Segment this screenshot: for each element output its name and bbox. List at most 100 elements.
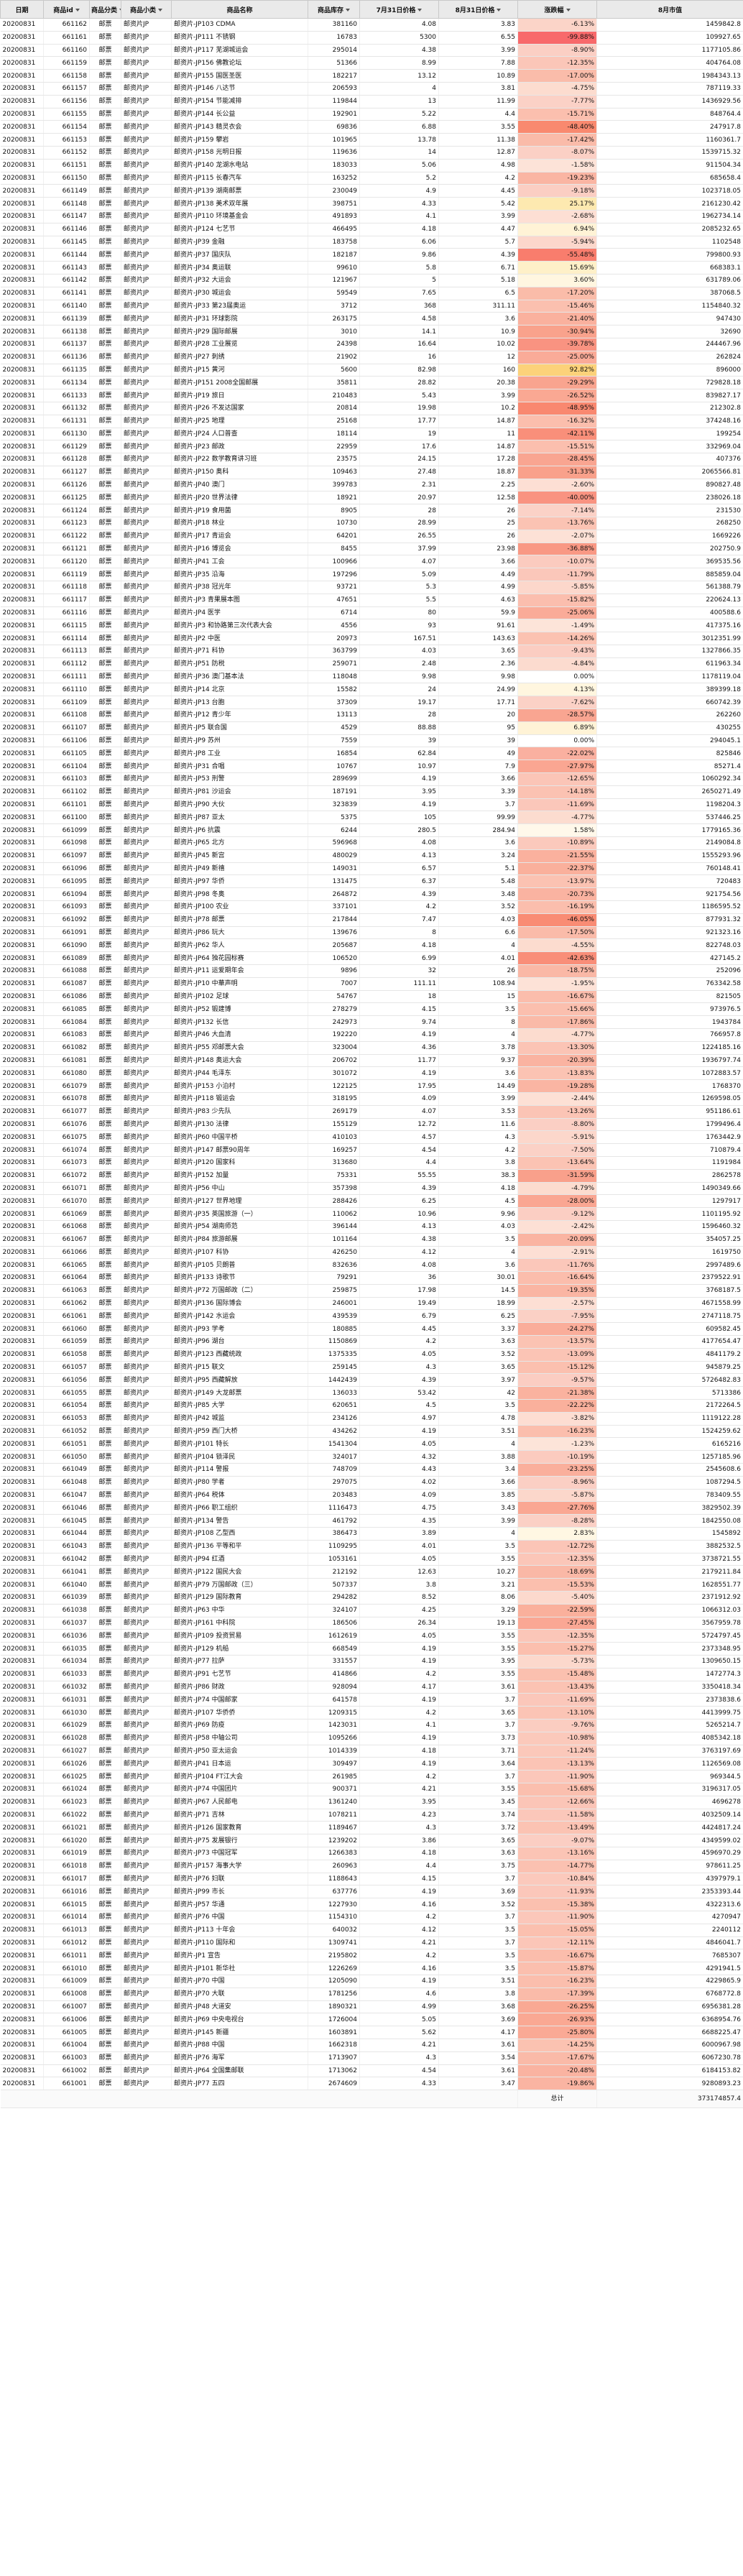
cell-july-price[interactable]: 4	[359, 82, 439, 96]
cell-august-price[interactable]: 3.29	[438, 1604, 518, 1617]
cell-date[interactable]: 20200831	[0, 1617, 44, 1630]
table-row[interactable]: 20200831 661131 邮票 邮资片JP 邮资片-JP25 地理 25168 17.…	[0, 415, 743, 428]
cell-august-price[interactable]: 15	[438, 990, 518, 1004]
cell-change[interactable]: -24.27%	[517, 1322, 597, 1337]
cell-july-price[interactable]: 4.25	[359, 1604, 439, 1617]
cell-category[interactable]: 邮票	[89, 836, 121, 850]
cell-stock[interactable]: 139676	[308, 926, 360, 940]
cell-id[interactable]: 661078	[43, 1092, 90, 1106]
cell-date[interactable]: 20200831	[0, 1284, 44, 1298]
cell-july-price[interactable]: 5.22	[359, 108, 439, 121]
cell-id[interactable]: 661007	[43, 2000, 90, 2014]
cell-market-value[interactable]: 3350418.34	[596, 1681, 743, 1694]
cell-subcategory[interactable]: 邮资片JP	[121, 2013, 172, 2027]
cell-august-price[interactable]: 4.3	[438, 1130, 518, 1145]
cell-subcategory[interactable]: 邮资片JP	[121, 69, 172, 83]
cell-change[interactable]: 25.17%	[517, 197, 597, 211]
cell-july-price[interactable]: 4.19	[359, 772, 439, 786]
cell-august-price[interactable]: 12	[438, 351, 518, 364]
cell-stock[interactable]: 259145	[308, 1361, 360, 1375]
table-row[interactable]: 20200831 661032 邮票 邮资片JP 邮资片-JP86 财政 928094 4.…	[0, 1681, 743, 1694]
table-row[interactable]: 20200831 661082 邮票 邮资片JP 邮资片-JP55 邓邮票大会 32300…	[0, 1041, 743, 1055]
cell-subcategory[interactable]: 邮资片JP	[121, 823, 172, 837]
table-row[interactable]: 20200831 661037 邮票 邮资片JP 邮资片-JP161 中科院 186506…	[0, 1617, 743, 1630]
cell-name[interactable]: 邮资片-JP142 水运会	[171, 1309, 308, 1324]
cell-august-price[interactable]: 4.45	[438, 184, 518, 198]
cell-stock[interactable]: 16854	[308, 747, 360, 761]
cell-market-value[interactable]: 660742.39	[596, 696, 743, 710]
cell-stock[interactable]: 297075	[308, 1476, 360, 1490]
cell-august-price[interactable]: 4	[438, 1028, 518, 1042]
cell-market-value[interactable]: 978611.25	[596, 1860, 743, 1873]
cell-market-value[interactable]: 763342.58	[596, 977, 743, 991]
cell-market-value[interactable]: 969344.5	[596, 1770, 743, 1783]
table-row[interactable]: 20200831 661062 邮票 邮资片JP 邮资片-JP136 国际博会 24600…	[0, 1297, 743, 1311]
cell-id[interactable]: 661060	[43, 1322, 90, 1337]
cell-name[interactable]: 邮资片-JP132 长信	[171, 1015, 308, 1029]
cell-stock[interactable]: 24398	[308, 338, 360, 351]
cell-market-value[interactable]: 4270947	[596, 1911, 743, 1924]
cell-date[interactable]: 20200831	[0, 1809, 44, 1822]
cell-subcategory[interactable]: 邮资片JP	[121, 543, 172, 556]
cell-name[interactable]: 邮资片-JP74 中国邮家	[171, 1693, 308, 1707]
cell-date[interactable]: 20200831	[0, 1066, 44, 1081]
cell-category[interactable]: 邮票	[89, 197, 121, 211]
cell-name[interactable]: 邮资片-JP86 财政	[171, 1681, 308, 1694]
cell-july-price[interactable]: 4.39	[359, 1373, 439, 1388]
cell-august-price[interactable]: 3.55	[438, 1668, 518, 1681]
cell-id[interactable]: 661139	[43, 312, 90, 326]
cell-date[interactable]: 20200831	[0, 887, 44, 901]
cell-change[interactable]: -4.77%	[517, 1028, 597, 1042]
cell-july-price[interactable]: 5.5	[359, 594, 439, 607]
table-row[interactable]: 20200831 661026 邮票 邮资片JP 邮资片-JP41 日本运 309497 4…	[0, 1757, 743, 1771]
cell-name[interactable]: 邮资片-JP16 博览会	[171, 543, 308, 556]
cell-category[interactable]: 邮票	[89, 1284, 121, 1298]
cell-stock[interactable]: 59549	[308, 287, 360, 300]
cell-category[interactable]: 邮票	[89, 1130, 121, 1145]
cell-market-value[interactable]: 2161230.42	[596, 197, 743, 211]
cell-stock[interactable]: 491893	[308, 210, 360, 223]
cell-id[interactable]: 661064	[43, 1271, 90, 1285]
cell-id[interactable]: 661051	[43, 1437, 90, 1451]
table-row[interactable]: 20200831 661096 邮票 邮资片JP 邮资片-JP49 新禧 149031 6.…	[0, 862, 743, 876]
cell-name[interactable]: 邮资片-JP54 湖南师范	[171, 1220, 308, 1234]
cell-id[interactable]: 661146	[43, 223, 90, 236]
table-row[interactable]: 20200831 661112 邮票 邮资片JP 邮资片-JP51 防税 259071 2.…	[0, 657, 743, 671]
cell-august-price[interactable]: 3.8	[438, 1988, 518, 2001]
cell-july-price[interactable]: 6.25	[359, 1194, 439, 1209]
cell-july-price[interactable]: 4.19	[359, 1642, 439, 1656]
cell-change[interactable]: -17.67%	[517, 2051, 597, 2065]
cell-change[interactable]: -17.42%	[517, 133, 597, 147]
cell-july-price[interactable]: 4.05	[359, 1348, 439, 1362]
cell-change[interactable]: -39.78%	[517, 338, 597, 351]
cell-july-price[interactable]: 5.43	[359, 389, 439, 402]
cell-change[interactable]: -2.44%	[517, 1092, 597, 1106]
cell-category[interactable]: 邮票	[89, 721, 121, 735]
cell-category[interactable]: 邮票	[89, 632, 121, 646]
cell-subcategory[interactable]: 邮资片JP	[121, 18, 172, 32]
cell-subcategory[interactable]: 邮资片JP	[121, 453, 172, 466]
cell-subcategory[interactable]: 邮资片JP	[121, 1105, 172, 1119]
cell-change[interactable]: -13.49%	[517, 1821, 597, 1835]
cell-august-price[interactable]: 18.87	[438, 466, 518, 479]
cell-august-price[interactable]: 26	[438, 504, 518, 518]
cell-category[interactable]: 邮票	[89, 300, 121, 313]
cell-august-price[interactable]: 3.99	[438, 1092, 518, 1106]
cell-category[interactable]: 邮票	[89, 1975, 121, 1988]
cell-stock[interactable]: 23575	[308, 453, 360, 466]
cell-name[interactable]: 邮资片-JP3 和协路第三次代表大会	[171, 619, 308, 633]
cell-name[interactable]: 邮资片-JP101 新华社	[171, 1962, 308, 1975]
cell-name[interactable]: 邮资片-JP149 大龙邮票	[171, 1386, 308, 1400]
cell-market-value[interactable]: 4229865.9	[596, 1975, 743, 1988]
cell-market-value[interactable]: 1072883.57	[596, 1066, 743, 1081]
cell-july-price[interactable]: 28.99	[359, 517, 439, 530]
cell-name[interactable]: 邮资片-JP46 大血清	[171, 1028, 308, 1042]
cell-category[interactable]: 邮票	[89, 1501, 121, 1515]
cell-subcategory[interactable]: 邮资片JP	[121, 1092, 172, 1106]
cell-name[interactable]: 邮资片-JP134 警告	[171, 1514, 308, 1528]
cell-change[interactable]: -20.73%	[517, 887, 597, 901]
cell-market-value[interactable]: 2065566.81	[596, 466, 743, 479]
cell-date[interactable]: 20200831	[0, 1860, 44, 1873]
cell-stock[interactable]: 396144	[308, 1220, 360, 1234]
cell-july-price[interactable]: 39	[359, 734, 439, 748]
